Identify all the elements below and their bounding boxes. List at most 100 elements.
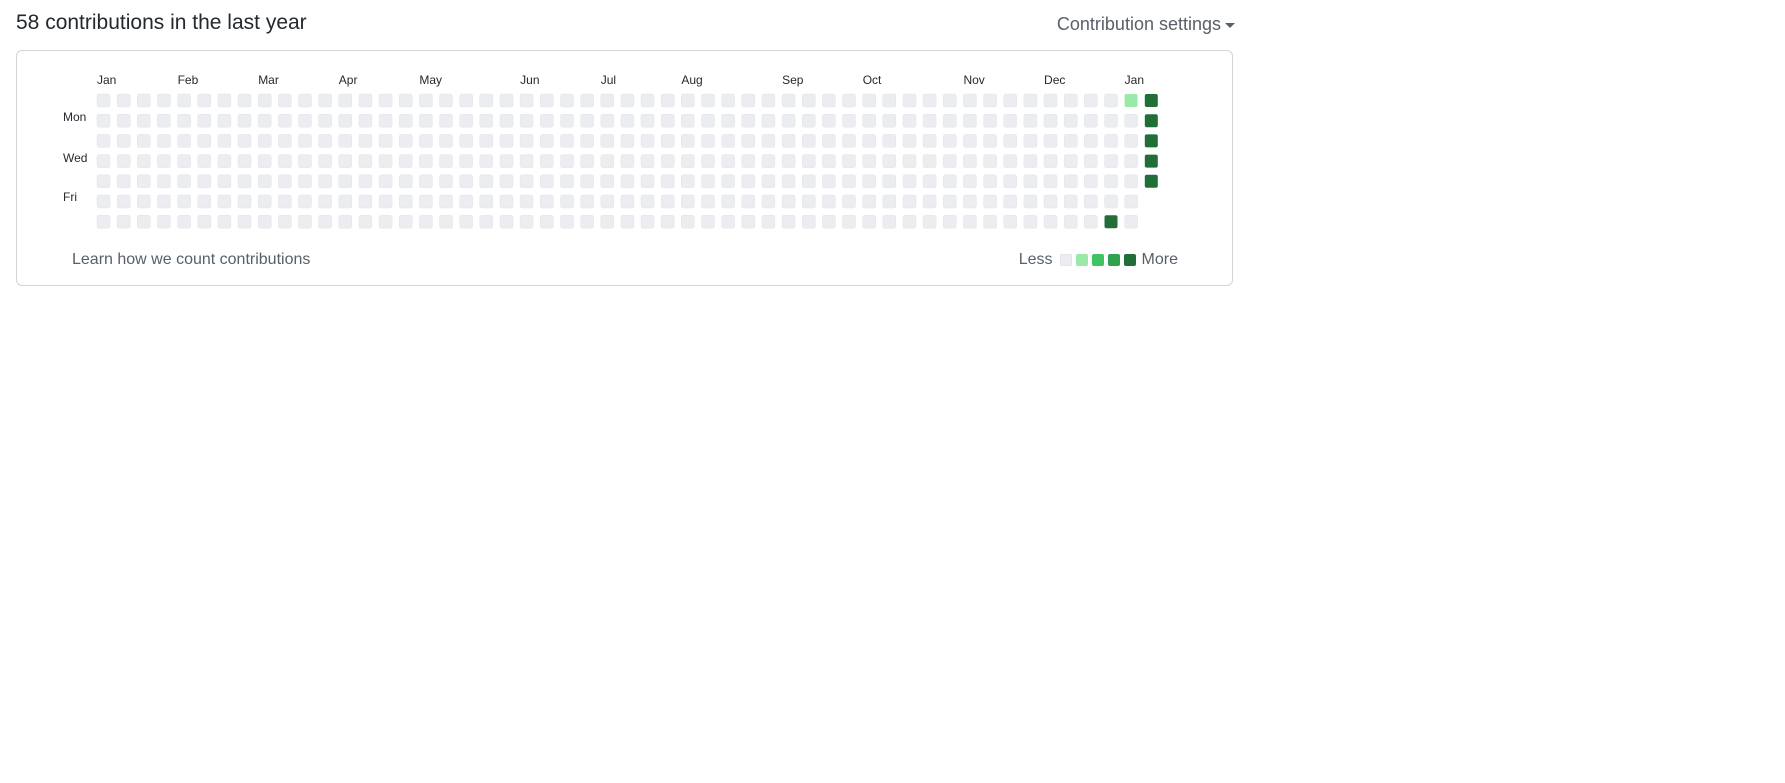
contribution-day-cell[interactable] bbox=[1003, 93, 1017, 108]
contribution-day-cell[interactable] bbox=[882, 154, 897, 168]
contribution-settings-dropdown[interactable]: Contribution settings bbox=[1057, 14, 1235, 35]
contribution-day-cell[interactable] bbox=[1063, 154, 1078, 168]
contribution-day-cell[interactable] bbox=[419, 214, 433, 229]
contribution-day-cell[interactable] bbox=[761, 214, 776, 229]
contribution-day-cell[interactable] bbox=[419, 93, 433, 108]
contribution-day-cell[interactable] bbox=[600, 214, 615, 229]
contribution-day-cell[interactable] bbox=[922, 113, 937, 128]
contribution-day-cell[interactable] bbox=[943, 154, 957, 168]
contribution-day-cell[interactable] bbox=[842, 93, 856, 108]
contribution-day-cell[interactable] bbox=[1124, 214, 1138, 229]
contribution-day-cell[interactable] bbox=[560, 174, 574, 189]
contribution-day-cell[interactable] bbox=[519, 93, 534, 108]
contribution-day-cell[interactable] bbox=[660, 174, 675, 189]
contribution-day-cell[interactable] bbox=[378, 93, 393, 108]
contribution-day-cell[interactable] bbox=[399, 194, 413, 209]
contribution-day-cell[interactable] bbox=[217, 93, 232, 108]
contribution-day-cell[interactable] bbox=[197, 194, 212, 209]
contribution-day-cell[interactable] bbox=[600, 174, 615, 189]
contribution-day-cell[interactable] bbox=[298, 174, 312, 189]
contribution-day-cell[interactable] bbox=[741, 214, 756, 229]
contribution-day-cell[interactable] bbox=[1084, 134, 1098, 148]
contribution-day-cell[interactable] bbox=[157, 154, 171, 168]
contribution-day-cell[interactable] bbox=[540, 93, 554, 108]
contribution-day-cell[interactable] bbox=[197, 113, 212, 128]
contribution-day-cell[interactable] bbox=[1063, 174, 1078, 189]
contribution-day-cell[interactable] bbox=[721, 93, 735, 108]
contribution-day-cell[interactable] bbox=[197, 214, 212, 229]
contribution-day-cell[interactable] bbox=[499, 113, 514, 128]
contribution-day-cell[interactable] bbox=[419, 134, 433, 148]
contribution-day-cell[interactable] bbox=[177, 154, 191, 168]
contribution-day-cell[interactable] bbox=[338, 113, 353, 128]
contribution-day-cell[interactable] bbox=[983, 214, 997, 229]
contribution-day-cell[interactable] bbox=[217, 194, 232, 209]
contribution-day-cell[interactable] bbox=[1003, 174, 1017, 189]
contribution-day-cell[interactable] bbox=[1043, 93, 1058, 108]
contribution-day-cell[interactable] bbox=[761, 93, 776, 108]
contribution-day-cell[interactable] bbox=[681, 113, 695, 128]
contribution-day-cell[interactable] bbox=[1043, 154, 1058, 168]
contribution-day-cell[interactable] bbox=[822, 134, 836, 148]
contribution-day-cell[interactable] bbox=[922, 134, 937, 148]
contribution-day-cell[interactable] bbox=[137, 93, 151, 108]
contribution-day-cell[interactable] bbox=[257, 113, 272, 128]
contribution-day-cell[interactable] bbox=[963, 174, 977, 189]
contribution-day-cell[interactable] bbox=[96, 93, 111, 108]
contribution-day-cell[interactable] bbox=[96, 113, 111, 128]
contribution-day-cell[interactable] bbox=[560, 154, 574, 168]
contribution-day-cell[interactable] bbox=[1144, 154, 1158, 168]
contribution-day-cell[interactable] bbox=[882, 134, 897, 148]
contribution-day-cell[interactable] bbox=[177, 113, 191, 128]
contribution-day-cell[interactable] bbox=[862, 154, 876, 168]
contribution-day-cell[interactable] bbox=[822, 194, 836, 209]
contribution-day-cell[interactable] bbox=[1003, 154, 1017, 168]
contribution-day-cell[interactable] bbox=[399, 174, 413, 189]
contribution-day-cell[interactable] bbox=[701, 93, 715, 108]
contribution-day-cell[interactable] bbox=[580, 174, 594, 189]
contribution-day-cell[interactable] bbox=[116, 134, 131, 148]
contribution-day-cell[interactable] bbox=[902, 214, 917, 229]
contribution-day-cell[interactable] bbox=[882, 214, 897, 229]
contribution-day-cell[interactable] bbox=[499, 174, 514, 189]
contribution-day-cell[interactable] bbox=[177, 134, 191, 148]
contribution-day-cell[interactable] bbox=[781, 194, 796, 209]
contribution-day-cell[interactable] bbox=[499, 134, 514, 148]
contribution-day-cell[interactable] bbox=[459, 134, 473, 148]
contribution-day-cell[interactable] bbox=[842, 113, 856, 128]
contribution-day-cell[interactable] bbox=[761, 174, 776, 189]
contribution-day-cell[interactable] bbox=[781, 154, 796, 168]
contribution-day-cell[interactable] bbox=[399, 113, 413, 128]
contribution-day-cell[interactable] bbox=[137, 134, 151, 148]
contribution-day-cell[interactable] bbox=[157, 174, 171, 189]
contribution-day-cell[interactable] bbox=[741, 154, 756, 168]
contribution-day-cell[interactable] bbox=[237, 174, 252, 189]
contribution-day-cell[interactable] bbox=[862, 174, 876, 189]
contribution-day-cell[interactable] bbox=[660, 134, 675, 148]
contribution-day-cell[interactable] bbox=[137, 194, 151, 209]
contribution-day-cell[interactable] bbox=[540, 134, 554, 148]
contribution-day-cell[interactable] bbox=[963, 154, 977, 168]
contribution-day-cell[interactable] bbox=[298, 154, 312, 168]
contribution-day-cell[interactable] bbox=[721, 134, 735, 148]
contribution-day-cell[interactable] bbox=[1023, 214, 1038, 229]
contribution-day-cell[interactable] bbox=[96, 194, 111, 209]
contribution-day-cell[interactable] bbox=[1084, 154, 1098, 168]
contribution-day-cell[interactable] bbox=[640, 174, 655, 189]
contribution-day-cell[interactable] bbox=[943, 194, 957, 209]
contribution-day-cell[interactable] bbox=[278, 134, 292, 148]
contribution-day-cell[interactable] bbox=[378, 113, 393, 128]
contribution-day-cell[interactable] bbox=[519, 154, 534, 168]
contribution-day-cell[interactable] bbox=[157, 214, 171, 229]
contribution-day-cell[interactable] bbox=[1043, 174, 1058, 189]
contribution-day-cell[interactable] bbox=[278, 174, 292, 189]
contribution-day-cell[interactable] bbox=[1063, 113, 1078, 128]
contribution-day-cell[interactable] bbox=[802, 194, 816, 209]
contribution-day-cell[interactable] bbox=[842, 134, 856, 148]
contribution-day-cell[interactable] bbox=[439, 174, 453, 189]
contribution-day-cell[interactable] bbox=[681, 174, 695, 189]
contribution-day-cell[interactable] bbox=[479, 174, 494, 189]
contribution-day-cell[interactable] bbox=[1104, 113, 1118, 128]
contribution-day-cell[interactable] bbox=[499, 93, 514, 108]
contribution-day-cell[interactable] bbox=[96, 134, 111, 148]
